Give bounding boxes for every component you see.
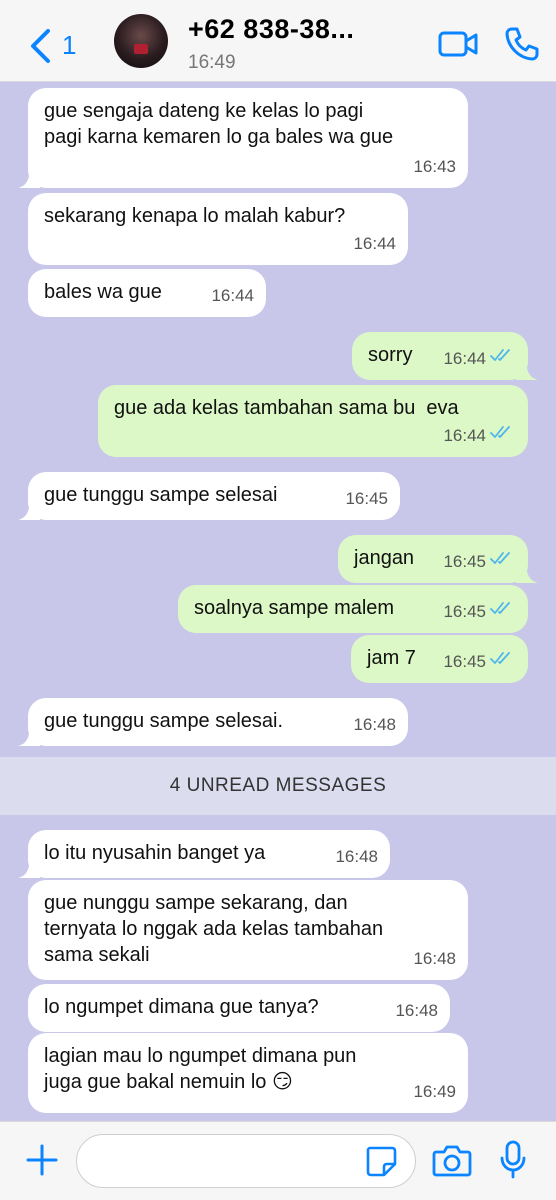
incoming-message-bubble[interactable]: lo itu nyusahin banget ya 16:48: [28, 830, 390, 878]
read-receipt-icon: [490, 547, 516, 573]
sticker-button[interactable]: [364, 1144, 398, 1178]
outgoing-message-bubble[interactable]: jam 7 16:45: [351, 635, 528, 683]
camera-icon: [432, 1145, 472, 1177]
message-text: gue ada kelas tambahan sama bu eva: [114, 397, 459, 419]
incoming-message-bubble[interactable]: gue tunggu sampe selesai 16:45: [28, 472, 400, 520]
message-timestamp: 16:48: [353, 715, 396, 734]
microphone-button[interactable]: [498, 1140, 528, 1180]
message-timestamp: 16:44: [443, 349, 486, 368]
avatar[interactable]: [114, 14, 168, 68]
read-receipt-icon: [490, 647, 516, 673]
message-timestamp: 16:45: [345, 489, 388, 508]
unread-chats-count: 1: [62, 30, 77, 60]
message-timestamp: 16:49: [413, 1082, 456, 1101]
attach-button[interactable]: [24, 1142, 60, 1178]
message-text: gue sengaja dateng ke kelas lo pagi pagi…: [44, 100, 394, 148]
read-receipt-icon: [490, 597, 516, 623]
message-text: sekarang kenapa lo malah kabur?: [44, 205, 346, 227]
message-text: lagian mau lo ngumpet dimana pun juga gu…: [44, 1045, 357, 1093]
contact-name[interactable]: +62 838-38...: [188, 14, 354, 45]
message-timestamp: 16:48: [395, 1001, 438, 1020]
incoming-message-bubble[interactable]: gue sengaja dateng ke kelas lo pagi pagi…: [28, 88, 468, 188]
message-timestamp: 16:45: [443, 652, 486, 671]
last-seen: 16:49: [188, 52, 236, 73]
microphone-icon: [500, 1140, 526, 1179]
plus-icon: [26, 1144, 58, 1176]
sticker-icon: [366, 1146, 397, 1177]
message-text: lo ngumpet dimana gue tanya?: [44, 996, 319, 1018]
message-text: jangan: [354, 547, 415, 569]
incoming-message-bubble[interactable]: gue nunggu sampe sekarang, dan ternyata …: [28, 880, 468, 980]
message-list[interactable]: 4 UNREAD MESSAGES gue sengaja dateng ke …: [0, 83, 556, 1121]
message-text: gue nunggu sampe sekarang, dan ternyata …: [44, 892, 384, 966]
unread-messages-banner: 4 UNREAD MESSAGES: [0, 757, 556, 815]
read-receipt-icon: [490, 344, 516, 370]
chevron-left-icon: [31, 29, 50, 63]
video-camera-icon: [438, 31, 478, 57]
camera-button[interactable]: [432, 1142, 472, 1178]
incoming-message-bubble[interactable]: sekarang kenapa lo malah kabur? 16:44: [28, 193, 408, 265]
message-timestamp: 16:44: [443, 426, 486, 445]
incoming-message-bubble[interactable]: gue tunggu sampe selesai. 16:48: [28, 698, 408, 746]
incoming-message-bubble[interactable]: lagian mau lo ngumpet dimana pun juga gu…: [28, 1033, 468, 1113]
message-text: gue tunggu sampe selesai.: [44, 710, 284, 732]
composer-bar: [0, 1121, 556, 1200]
message-timestamp: 16:44: [211, 286, 254, 305]
message-timestamp: 16:43: [413, 157, 456, 176]
message-timestamp: 16:45: [443, 552, 486, 571]
message-timestamp: 16:48: [413, 949, 456, 968]
incoming-message-bubble[interactable]: bales wa gue 16:44: [28, 269, 266, 317]
outgoing-message-bubble[interactable]: gue ada kelas tambahan sama bu eva 16:44: [98, 385, 528, 457]
message-text: lo itu nyusahin banget ya: [44, 842, 266, 864]
message-timestamp: 16:48: [335, 847, 378, 866]
message-text: gue tunggu sampe selesai: [44, 484, 278, 506]
outgoing-message-bubble[interactable]: sorry 16:44: [352, 332, 528, 380]
outgoing-message-bubble[interactable]: soalnya sampe malem 16:45: [178, 585, 528, 633]
chat-header: 1 +62 838-38... 16:49: [0, 0, 556, 82]
video-call-button[interactable]: [438, 28, 478, 60]
outgoing-message-bubble[interactable]: jangan 16:45: [338, 535, 528, 583]
message-timestamp: 16:45: [443, 602, 486, 621]
back-button[interactable]: 1: [24, 24, 84, 64]
read-receipt-icon: [490, 421, 516, 447]
voice-call-button[interactable]: [504, 26, 540, 62]
phone-icon: [505, 27, 539, 61]
incoming-message-bubble[interactable]: lo ngumpet dimana gue tanya? 16:48: [28, 984, 450, 1032]
message-timestamp: 16:44: [353, 234, 396, 253]
